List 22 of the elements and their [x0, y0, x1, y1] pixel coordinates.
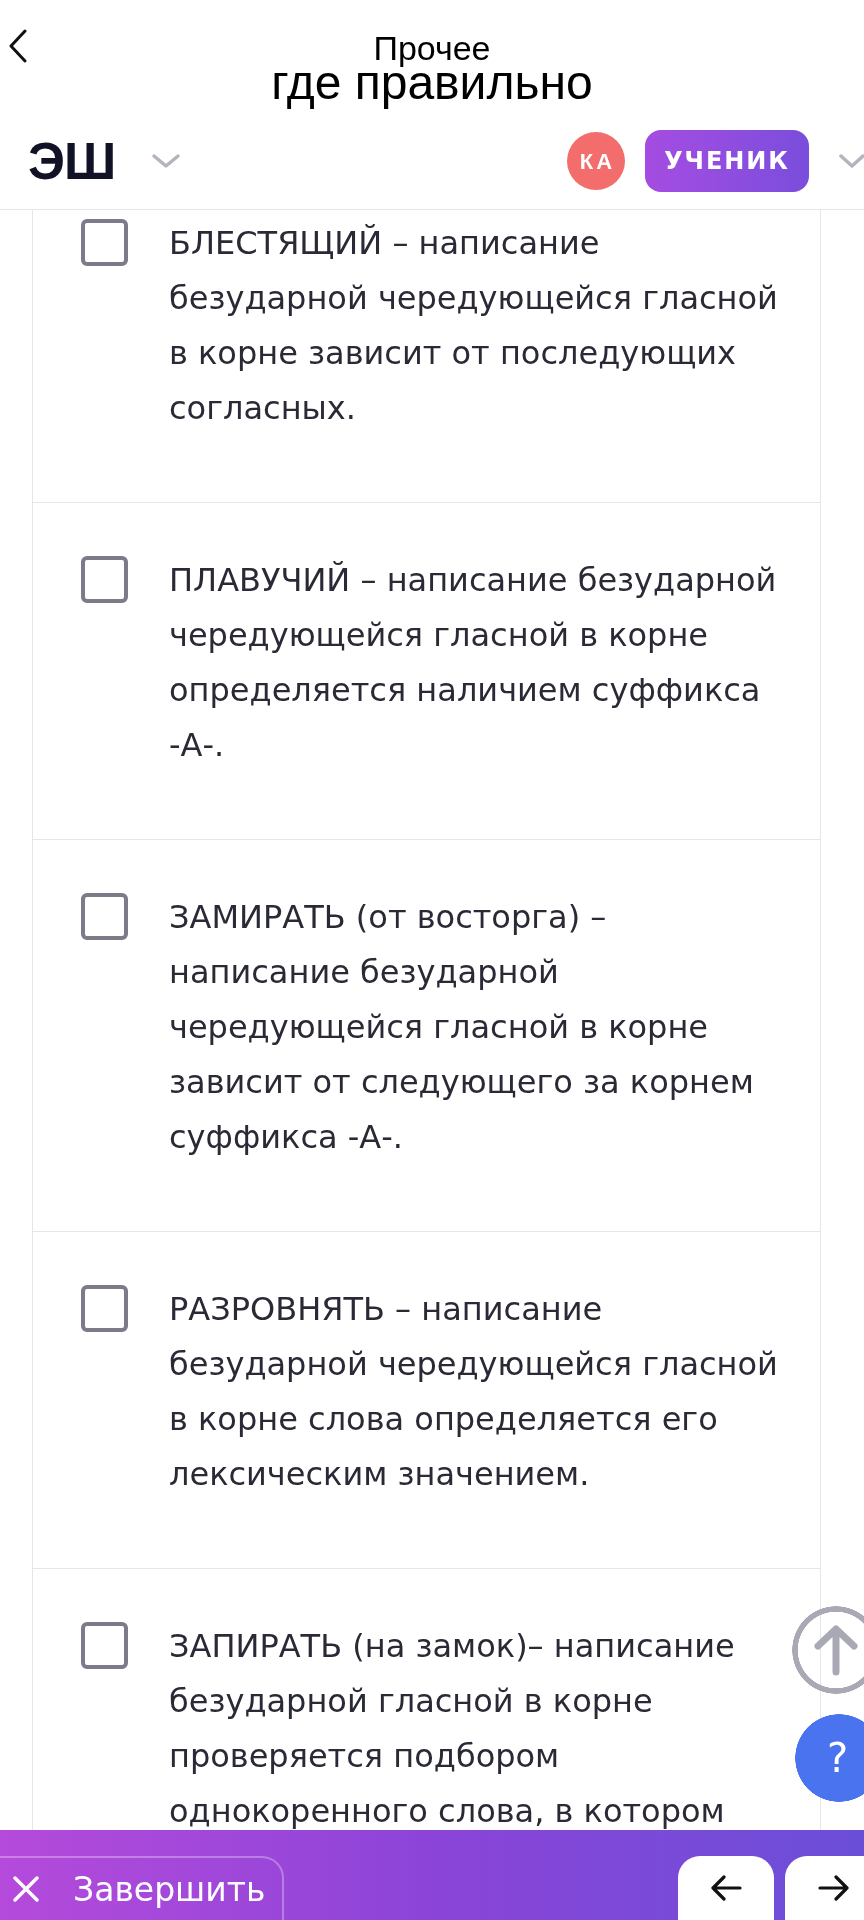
option-text: БЛЕСТЯЩИЙ – написание безударной чередующейся гласной в корне зависит от последующих согласных. — [169, 223, 779, 429]
chevron-left-icon — [8, 29, 28, 63]
next-button[interactable] — [785, 1856, 864, 1920]
finish-button[interactable]: Завершить — [0, 1856, 284, 1920]
option-text: ЗАПИРАТЬ (на замок)– написание безударной гласной в корне проверяется подбором однокоренного слова, в котором — [169, 1626, 736, 1830]
arrow-right-icon — [818, 1875, 850, 1901]
help-button[interactable]: ? — [795, 1714, 864, 1802]
close-icon — [12, 1875, 40, 1903]
checkbox[interactable] — [81, 893, 128, 940]
user-avatar: КА — [567, 132, 625, 190]
role-badge: УЧЕНИК — [645, 130, 809, 192]
option-text: ЗАМИРАТЬ (от восторга) – написание безударной чередующейся гласной в корне зависит от следующего за корнем суффикса -А-. — [169, 897, 755, 1158]
option-text: ПЛАВУЧИЙ – написание безударной чередующейся гласной в корне определяется наличием суффикса -А-. — [169, 560, 778, 766]
logo: ЭШ — [28, 135, 116, 187]
checkbox[interactable] — [81, 556, 128, 603]
previous-button[interactable] — [678, 1856, 774, 1920]
checkbox[interactable] — [81, 219, 128, 266]
checkbox[interactable] — [81, 1622, 128, 1669]
arrow-up-icon — [814, 1624, 858, 1676]
arrow-left-icon — [710, 1875, 742, 1901]
option-text: РАЗРОВНЯТЬ – написание безударной чередующейся гласной в корне слова определяется его лексическим значением. — [169, 1289, 779, 1495]
checkbox[interactable] — [81, 1285, 128, 1332]
